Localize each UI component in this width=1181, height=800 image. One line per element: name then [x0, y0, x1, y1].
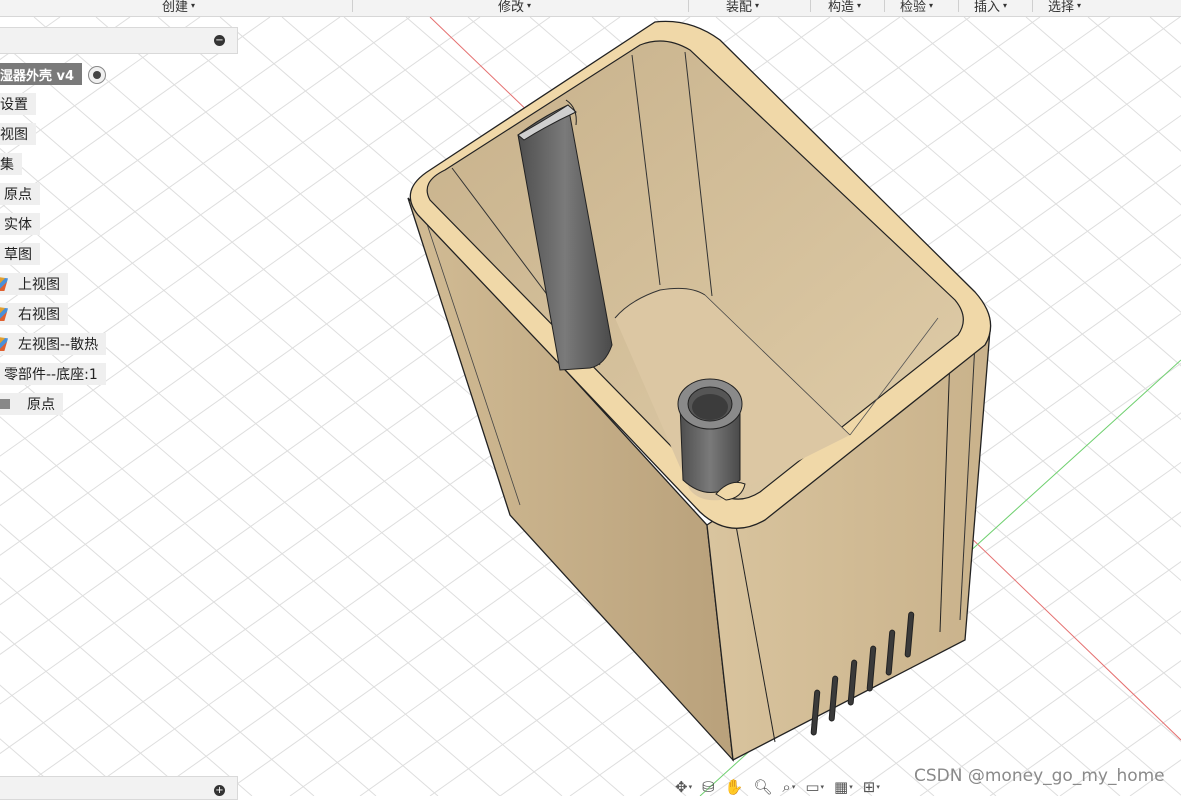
watermark-text: CSDN @money_go_my_home [914, 766, 1165, 786]
menu-label: 检验 [900, 0, 927, 15]
chevron-down-icon: ▾ [755, 0, 760, 10]
look-at-icon[interactable]: ⛁ [699, 778, 718, 796]
browser-node-label: 零部件--底座:1 [4, 367, 98, 383]
menu-divider [1032, 0, 1033, 12]
browser-node-label: 右视图 [18, 307, 60, 323]
menu-assemble[interactable]: 装配 ▾ [726, 0, 759, 15]
menu-divider [352, 0, 353, 12]
canvas-viewport[interactable] [0, 17, 1181, 796]
chevron-down-icon: ▾ [191, 0, 196, 10]
browser-node-sketch-left[interactable]: 左视图--散热 [0, 333, 107, 355]
browser-node-views[interactable]: 视图 [0, 123, 36, 145]
browser-node-bodies[interactable]: 实体 [0, 213, 40, 235]
grid-settings-icon[interactable]: ▦ ▾ [831, 778, 856, 796]
toolbar-menubar: 创建 ▾ 修改 ▾ 装配 ▾ 构造 ▾ 检验 ▾ 插入 ▾ 选择 ▾ [0, 0, 1181, 17]
display-settings-icon[interactable]: ▭ ▾ [802, 778, 827, 796]
zoom-icon[interactable]: 🔍︎ [750, 778, 775, 796]
menu-create[interactable]: 创建 ▾ [162, 0, 195, 15]
chevron-down-icon: ▾ [527, 0, 532, 10]
browser-node-sketch-right[interactable]: 右视图 [0, 303, 68, 325]
grid-line [963, 17, 1181, 206]
browser-node-component-origin[interactable]: 原点 [0, 393, 63, 415]
browser-node-label: 视图 [0, 127, 28, 143]
menu-divider [688, 0, 689, 12]
browser-node-component-base[interactable]: 零部件--底座:1 [0, 363, 106, 385]
browser-root-label: 湿器外壳 v4 [0, 68, 75, 84]
browser-node-label: 设置 [0, 97, 28, 113]
fit-icon[interactable]: ⌕ ▾ [779, 778, 798, 796]
collapse-icon[interactable]: − [214, 35, 225, 46]
browser-node-label: 草图 [4, 247, 32, 263]
menu-divider [810, 0, 811, 12]
menu-label: 选择 [1048, 0, 1075, 15]
origin-icon [0, 399, 10, 409]
add-comment-icon[interactable]: + [214, 785, 225, 796]
viewports-icon[interactable]: ⊞ ▾ [860, 778, 883, 796]
menu-divider [958, 0, 959, 12]
menu-label: 创建 [162, 0, 189, 15]
browser-node-label: 集 [0, 157, 14, 173]
sketch-icon [0, 307, 8, 321]
housing-model[interactable] [407, 20, 992, 762]
grid-line [1087, 17, 1181, 99]
browser-node-label: 原点 [4, 187, 32, 203]
orbit-icon[interactable]: ✥ ▾ [672, 778, 695, 796]
grid-line [0, 17, 551, 408]
menu-modify[interactable]: 修改 ▾ [498, 0, 531, 15]
browser-node-label: 左视图--散热 [18, 337, 99, 353]
chevron-down-icon: ▾ [857, 0, 862, 10]
menu-select[interactable]: 选择 ▾ [1048, 0, 1081, 15]
browser-node-label: 原点 [27, 397, 55, 413]
menu-label: 插入 [974, 0, 1001, 15]
menu-construct[interactable]: 构造 ▾ [828, 0, 861, 15]
grid-line [0, 362, 501, 796]
pan-icon[interactable]: ✋ [722, 778, 747, 796]
browser-node-sketches[interactable]: 草图 [0, 243, 40, 265]
comments-panel-header[interactable]: + [0, 776, 238, 800]
browser-node-origin[interactable]: 原点 [0, 183, 40, 205]
menu-label: 构造 [828, 0, 855, 15]
browser-node-label: 上视图 [18, 277, 60, 293]
chevron-down-icon: ▾ [929, 0, 934, 10]
grid-line [0, 17, 481, 358]
active-component-radio-icon[interactable] [88, 66, 106, 84]
chevron-down-icon: ▾ [1003, 0, 1008, 10]
sketch-icon [0, 337, 8, 351]
browser-node-settings[interactable]: 设置 [0, 93, 36, 115]
browser-node-sets[interactable]: 集 [0, 153, 22, 175]
menu-insert[interactable]: 插入 ▾ [974, 0, 1007, 15]
browser-node-label: 实体 [4, 217, 32, 233]
menu-label: 修改 [498, 0, 525, 15]
menu-inspect[interactable]: 检验 ▾ [900, 0, 933, 15]
grid-line [0, 416, 439, 796]
chevron-down-icon: ▾ [1077, 0, 1082, 10]
menu-divider [884, 0, 885, 12]
browser-node-sketch-top[interactable]: 上视图 [0, 273, 68, 295]
menu-label: 装配 [726, 0, 753, 15]
sketch-icon [0, 277, 8, 291]
browser-root-node[interactable]: 湿器外壳 v4 [0, 63, 83, 85]
browser-panel-header[interactable]: − [0, 27, 238, 54]
